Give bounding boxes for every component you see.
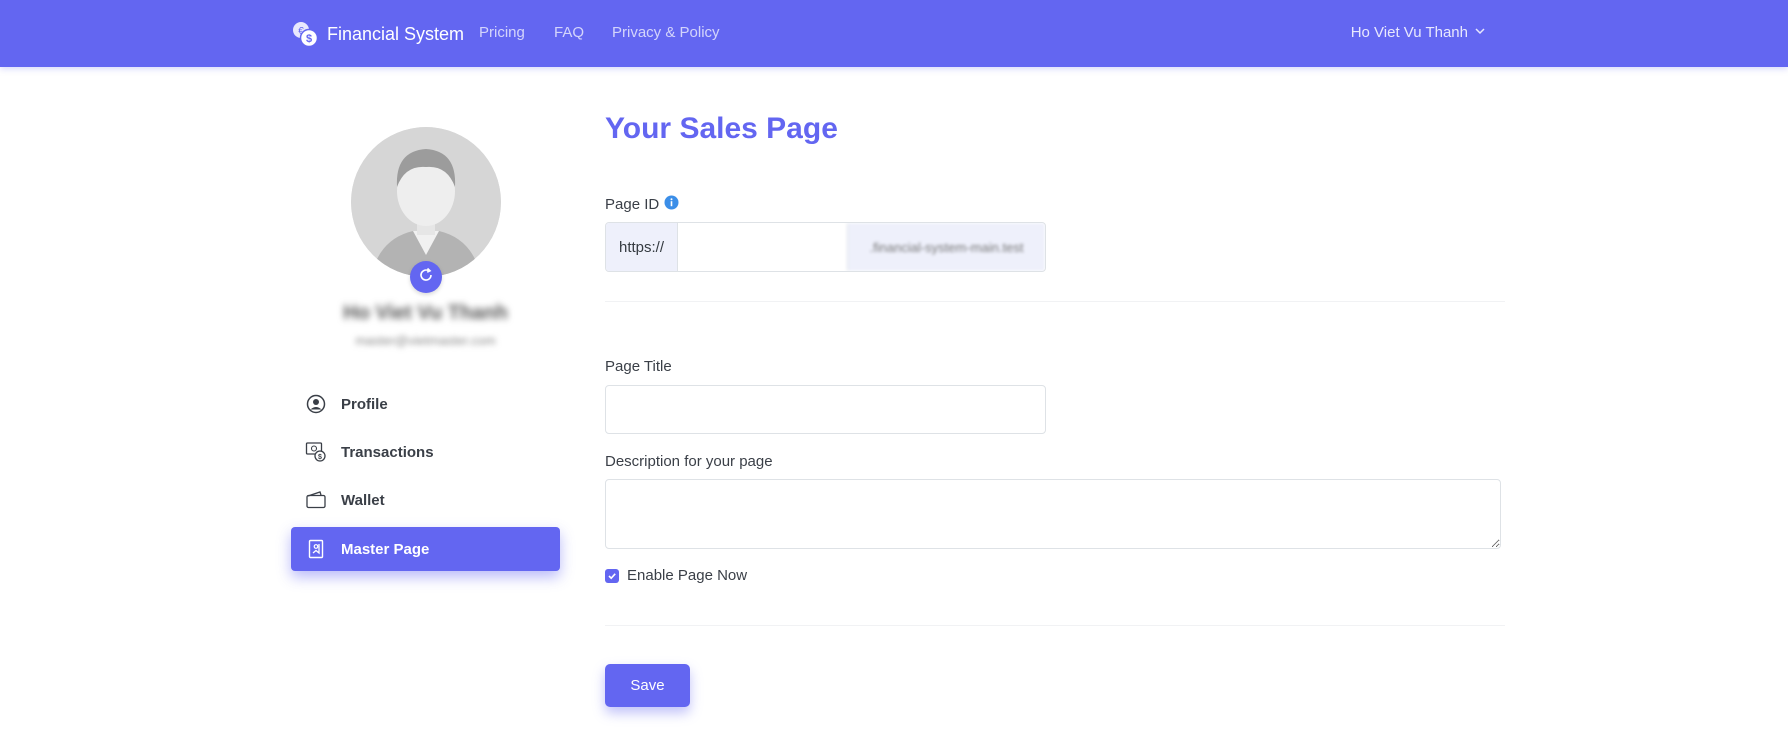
profile-name: Ho Viet Vu Thanh	[343, 302, 508, 324]
enable-page-row[interactable]: Enable Page Now	[605, 567, 747, 584]
nav-faq-link[interactable]: FAQ	[554, 24, 584, 41]
sidebar-item-profile[interactable]: Profile	[291, 382, 560, 426]
nav-pricing-link[interactable]: Pricing	[479, 24, 525, 41]
top-navbar: € $ Financial System Pricing FAQ Privacy…	[0, 0, 1788, 67]
description-label: Description for your page	[605, 453, 773, 470]
page-title-input[interactable]	[605, 385, 1046, 434]
avatar	[351, 127, 501, 277]
page-id-input[interactable]	[678, 223, 847, 271]
enable-page-checkbox[interactable]	[605, 568, 619, 583]
nav-privacy-link[interactable]: Privacy & Policy	[612, 24, 720, 41]
wallet-icon	[305, 489, 327, 511]
save-button[interactable]: Save	[605, 664, 690, 707]
svg-text:$: $	[318, 454, 322, 461]
user-menu-name: Ho Viet Vu Thanh	[1350, 24, 1468, 41]
description-textarea[interactable]	[605, 479, 1501, 549]
user-menu-dropdown[interactable]: Ho Viet Vu Thanh	[1351, 24, 1486, 41]
page-id-label: Page ID	[605, 196, 660, 213]
page-id-suffix: .financial-system-main.test	[847, 223, 1045, 271]
coins-logo-icon: € $	[291, 20, 319, 48]
svg-text:$: $	[306, 33, 312, 45]
page-id-prefix: https://	[606, 223, 678, 271]
info-icon[interactable]	[664, 195, 679, 214]
page-title-label: Page Title	[605, 358, 672, 375]
sidebar-item-label: Transactions	[341, 443, 434, 461]
sidebar-item-label: Profile	[341, 395, 388, 413]
profile-avatar-section	[351, 127, 501, 293]
money-exchange-icon: $	[305, 441, 327, 463]
sidebar-item-wallet[interactable]: Wallet	[291, 478, 560, 522]
sidebar-item-transactions[interactable]: $ Transactions	[291, 430, 560, 474]
divider	[605, 301, 1505, 302]
refresh-avatar-button[interactable]	[410, 261, 442, 293]
enable-page-label: Enable Page Now	[627, 567, 748, 584]
sidebar-item-master-page[interactable]: Master Page	[291, 527, 560, 571]
chevron-down-icon	[1474, 24, 1486, 41]
brand-name: Financial System	[327, 23, 465, 44]
user-circle-icon	[305, 393, 327, 415]
bookmark-page-icon	[305, 538, 327, 560]
checkmark-icon	[608, 572, 616, 579]
divider	[605, 625, 1505, 626]
refresh-icon	[418, 267, 434, 288]
page-title: Your Sales Page	[605, 112, 838, 145]
page-id-input-group: https:// .financial-system-main.test	[605, 222, 1046, 272]
profile-email: master@vietmaster.com	[355, 333, 496, 348]
page-id-label-row: Page ID	[605, 195, 679, 214]
sidebar-item-label: Master Page	[341, 540, 430, 558]
brand[interactable]: € $ Financial System	[291, 18, 464, 50]
sidebar-item-label: Wallet	[341, 491, 385, 509]
